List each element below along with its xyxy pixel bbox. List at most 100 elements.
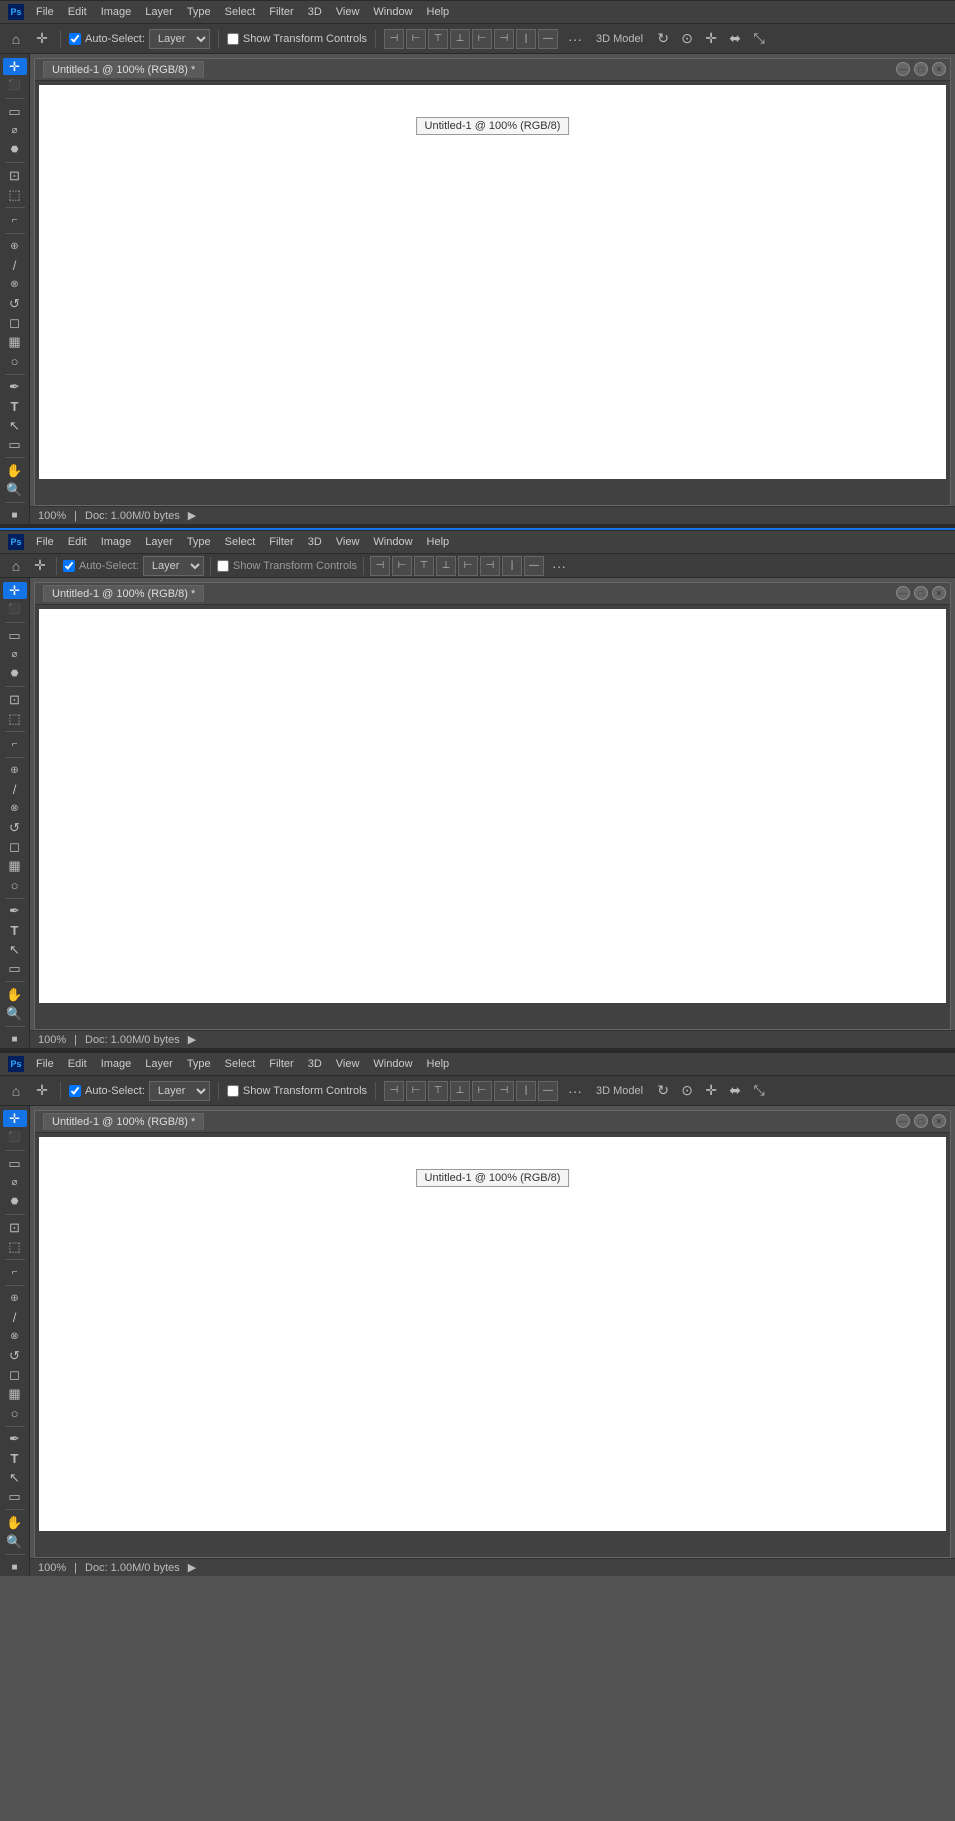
tool-pen-3[interactable]: ✒ — [3, 1431, 27, 1448]
tool-artboard[interactable]: ⬛ — [3, 77, 27, 94]
layer-dropdown-3[interactable]: Layer Group — [149, 1081, 210, 1101]
dist-h-3[interactable]: | — [516, 1081, 536, 1101]
tool-fg-bg-3[interactable]: ■ — [3, 1559, 27, 1576]
tool-shape[interactable]: ▭ — [3, 436, 27, 453]
tool-lasso-2[interactable]: ⌀ — [3, 646, 27, 663]
move-icon[interactable]: ✛ — [32, 29, 52, 49]
tool-quick-select-3[interactable]: ⬣ — [3, 1193, 27, 1210]
tool-rect-marquee[interactable]: ▭ — [3, 103, 27, 120]
tool-fg-bg[interactable]: ■ — [3, 507, 27, 524]
tool-path-select[interactable]: ↖ — [3, 417, 27, 434]
align-right-2[interactable]: ⊤ — [414, 556, 434, 576]
menu-filter-2[interactable]: Filter — [263, 534, 299, 550]
menu-3d-2[interactable]: 3D — [302, 534, 328, 550]
auto-select-checkbox[interactable] — [69, 33, 81, 45]
tool-spot-heal-3[interactable]: ⊕ — [3, 1290, 27, 1307]
menu-window-2[interactable]: Window — [367, 534, 418, 550]
align-center-h[interactable]: ⊢ — [406, 29, 426, 49]
tool-stamp-3[interactable]: ⊗ — [3, 1328, 27, 1345]
pan-icon-3[interactable]: ✛ — [701, 1081, 721, 1101]
tool-gradient[interactable]: ▦ — [3, 334, 27, 351]
canvas-tab-3[interactable]: Untitled-1 @ 100% (RGB/8) * — [43, 1113, 204, 1130]
tool-crop-2[interactable]: ⊡ — [3, 691, 27, 708]
layer-dropdown[interactable]: Layer Group — [149, 29, 210, 49]
tool-crop-3[interactable]: ⊡ — [3, 1219, 27, 1236]
menu-view-3[interactable]: View — [330, 1056, 366, 1072]
status-arrow-2[interactable]: ▶ — [188, 1033, 196, 1046]
tool-eraser[interactable]: ◻ — [3, 315, 27, 332]
tool-eraser-3[interactable]: ◻ — [3, 1367, 27, 1384]
tool-type-3[interactable]: T — [3, 1450, 27, 1467]
tool-history-brush-3[interactable]: ↺ — [3, 1347, 27, 1364]
win-minimize-3[interactable]: — — [896, 1114, 910, 1128]
tool-stamp[interactable]: ⊗ — [3, 276, 27, 293]
align-center-h-3[interactable]: ⊢ — [406, 1081, 426, 1101]
tool-dodge[interactable]: ○ — [3, 353, 27, 370]
tool-history-brush-2[interactable]: ↺ — [3, 819, 27, 836]
auto-select-checkbox-2[interactable] — [63, 560, 75, 572]
tool-dodge-3[interactable]: ○ — [3, 1405, 27, 1422]
align-bottom-3[interactable]: ⊣ — [494, 1081, 514, 1101]
tool-frame[interactable]: ⬚ — [3, 186, 27, 203]
tool-spot-heal[interactable]: ⊕ — [3, 238, 27, 255]
menu-view-2[interactable]: View — [330, 534, 366, 550]
win-close-2[interactable]: ✕ — [932, 586, 946, 600]
canvas-content-3[interactable] — [39, 1137, 946, 1531]
tool-pen-2[interactable]: ✒ — [3, 903, 27, 920]
align-center-v-2[interactable]: ⊢ — [458, 556, 478, 576]
align-left-3[interactable]: ⊣ — [384, 1081, 404, 1101]
menu-type-1[interactable]: Type — [181, 4, 217, 20]
tool-eyedropper-3[interactable]: ⌐ — [3, 1264, 27, 1281]
tool-spot-heal-2[interactable]: ⊕ — [3, 762, 27, 779]
home-icon-2[interactable]: ⌂ — [6, 556, 26, 576]
more-options-dots-3[interactable]: ··· — [568, 1083, 582, 1099]
tool-frame-3[interactable]: ⬚ — [3, 1238, 27, 1255]
move-icon-2[interactable]: ✛ — [30, 556, 50, 576]
menu-window-1[interactable]: Window — [367, 4, 418, 20]
transform-checkbox-2[interactable] — [217, 560, 229, 572]
win-close-1[interactable]: ✕ — [932, 62, 946, 76]
tool-move[interactable]: ✛ — [3, 58, 27, 75]
tool-artboard-3[interactable]: ⬛ — [3, 1129, 27, 1146]
align-center-h-2[interactable]: ⊢ — [392, 556, 412, 576]
canvas-tab-1[interactable]: Untitled-1 @ 100% (RGB/8) * — [43, 61, 204, 78]
tool-hand[interactable]: ✋ — [3, 462, 27, 479]
tool-rect-marquee-3[interactable]: ▭ — [3, 1155, 27, 1172]
move-icon-3[interactable]: ✛ — [32, 1081, 52, 1101]
tool-history-brush[interactable]: ↺ — [3, 295, 27, 312]
menu-layer-3[interactable]: Layer — [139, 1056, 179, 1072]
dist-v[interactable]: — — [538, 29, 558, 49]
tool-eraser-2[interactable]: ◻ — [3, 839, 27, 856]
win-minimize-2[interactable]: — — [896, 586, 910, 600]
win-maximize-1[interactable]: □ — [914, 62, 928, 76]
home-icon[interactable]: ⌂ — [6, 29, 26, 49]
orbit-icon[interactable]: ⊙ — [677, 29, 697, 49]
slide-icon[interactable]: ⬌ — [725, 29, 745, 49]
tool-move-2[interactable]: ✛ — [3, 582, 27, 599]
menu-edit-2[interactable]: Edit — [62, 534, 93, 550]
win-minimize-1[interactable]: — — [896, 62, 910, 76]
tool-fg-bg-2[interactable]: ■ — [3, 1031, 27, 1048]
menu-layer-2[interactable]: Layer — [139, 534, 179, 550]
tool-rect-marquee-2[interactable]: ▭ — [3, 627, 27, 644]
menu-3d-3[interactable]: 3D — [302, 1056, 328, 1072]
tool-pen[interactable]: ✒ — [3, 379, 27, 396]
menu-type-3[interactable]: Type — [181, 1056, 217, 1072]
dist-h-2[interactable]: | — [502, 556, 522, 576]
auto-select-checkbox-3[interactable] — [69, 1085, 81, 1097]
win-maximize-3[interactable]: □ — [914, 1114, 928, 1128]
menu-help-2[interactable]: Help — [421, 534, 456, 550]
dist-v-2[interactable]: — — [524, 556, 544, 576]
layer-dropdown-2[interactable]: Layer Group — [143, 556, 204, 576]
tool-quick-select[interactable]: ⬣ — [3, 141, 27, 158]
win-close-3[interactable]: ✕ — [932, 1114, 946, 1128]
align-top-2[interactable]: ⊥ — [436, 556, 456, 576]
align-left[interactable]: ⊣ — [384, 29, 404, 49]
menu-image-3[interactable]: Image — [95, 1056, 138, 1072]
align-right-3[interactable]: ⊤ — [428, 1081, 448, 1101]
pan-icon[interactable]: ✛ — [701, 29, 721, 49]
scale-icon[interactable]: ⤡ — [749, 29, 769, 49]
tool-brush-2[interactable]: / — [3, 781, 27, 798]
tool-hand-3[interactable]: ✋ — [3, 1514, 27, 1531]
menu-image-2[interactable]: Image — [95, 534, 138, 550]
